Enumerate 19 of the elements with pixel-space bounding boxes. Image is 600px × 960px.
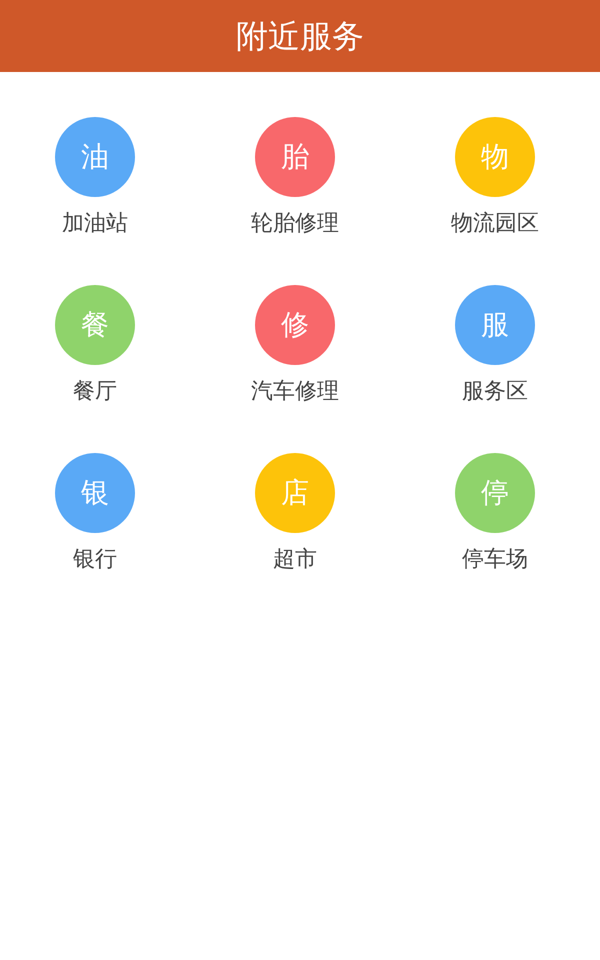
service-item[interactable]: 餐 餐厅	[0, 285, 190, 403]
service-item[interactable]: 修 汽车修理	[200, 285, 390, 403]
service-icon: 物	[455, 117, 535, 197]
service-item[interactable]: 银 银行	[0, 453, 190, 571]
service-item[interactable]: 停 停车场	[400, 453, 590, 571]
service-icon: 店	[255, 453, 335, 533]
service-icon: 餐	[55, 285, 135, 365]
service-icon: 银	[55, 453, 135, 533]
service-item[interactable]: 油 加油站	[0, 117, 190, 235]
service-icon: 停	[455, 453, 535, 533]
page-title: 附近服务	[236, 20, 364, 52]
service-item[interactable]: 胎 轮胎修理	[200, 117, 390, 235]
service-item[interactable]: 店 超市	[200, 453, 390, 571]
service-icon: 油	[55, 117, 135, 197]
service-item[interactable]: 物 物流园区	[400, 117, 590, 235]
service-icon: 服	[455, 285, 535, 365]
service-item[interactable]: 服 服务区	[400, 285, 590, 403]
service-icon: 胎	[255, 117, 335, 197]
service-icon: 修	[255, 285, 335, 365]
